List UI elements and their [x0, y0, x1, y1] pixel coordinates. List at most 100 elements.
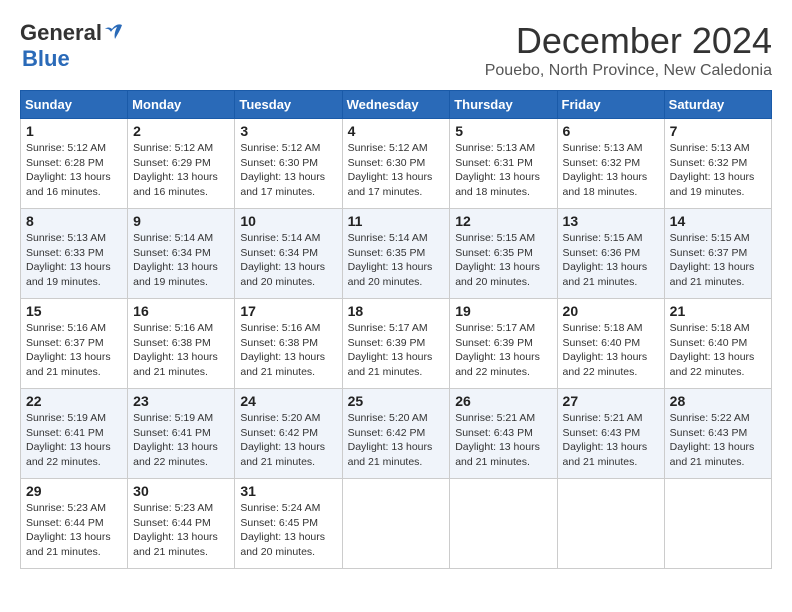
- day-info: Sunrise: 5:14 AMSunset: 6:35 PMDaylight:…: [348, 232, 433, 288]
- calendar-table: SundayMondayTuesdayWednesdayThursdayFrid…: [20, 90, 772, 569]
- calendar-body: 1 Sunrise: 5:12 AMSunset: 6:28 PMDayligh…: [21, 119, 772, 569]
- day-info: Sunrise: 5:23 AMSunset: 6:44 PMDaylight:…: [26, 502, 111, 558]
- day-info: Sunrise: 5:12 AMSunset: 6:30 PMDaylight:…: [348, 142, 433, 198]
- day-number: 11: [348, 213, 445, 229]
- day-number: 14: [670, 213, 766, 229]
- day-info: Sunrise: 5:21 AMSunset: 6:43 PMDaylight:…: [563, 412, 648, 468]
- day-number: 12: [455, 213, 551, 229]
- month-title: December 2024: [485, 20, 772, 62]
- day-number: 10: [240, 213, 336, 229]
- calendar-header-tuesday: Tuesday: [235, 91, 342, 119]
- day-number: 25: [348, 393, 445, 409]
- calendar-cell: 8 Sunrise: 5:13 AMSunset: 6:33 PMDayligh…: [21, 209, 128, 299]
- day-number: 7: [670, 123, 766, 139]
- day-number: 20: [563, 303, 659, 319]
- location-title: Pouebo, North Province, New Caledonia: [485, 62, 772, 80]
- calendar-header-friday: Friday: [557, 91, 664, 119]
- day-info: Sunrise: 5:15 AMSunset: 6:35 PMDaylight:…: [455, 232, 540, 288]
- day-number: 29: [26, 483, 122, 499]
- calendar-cell: 30 Sunrise: 5:23 AMSunset: 6:44 PMDaylig…: [128, 479, 235, 569]
- day-number: 18: [348, 303, 445, 319]
- day-info: Sunrise: 5:12 AMSunset: 6:28 PMDaylight:…: [26, 142, 111, 198]
- page-header: General Blue December 2024 Pouebo, North…: [20, 20, 772, 80]
- calendar-header-sunday: Sunday: [21, 91, 128, 119]
- day-number: 13: [563, 213, 659, 229]
- day-number: 17: [240, 303, 336, 319]
- day-number: 27: [563, 393, 659, 409]
- logo-blue: Blue: [22, 46, 70, 72]
- calendar-cell: 13 Sunrise: 5:15 AMSunset: 6:36 PMDaylig…: [557, 209, 664, 299]
- day-info: Sunrise: 5:18 AMSunset: 6:40 PMDaylight:…: [563, 322, 648, 378]
- calendar-week-row: 1 Sunrise: 5:12 AMSunset: 6:28 PMDayligh…: [21, 119, 772, 209]
- calendar-cell: 24 Sunrise: 5:20 AMSunset: 6:42 PMDaylig…: [235, 389, 342, 479]
- day-info: Sunrise: 5:19 AMSunset: 6:41 PMDaylight:…: [133, 412, 218, 468]
- calendar-cell: 28 Sunrise: 5:22 AMSunset: 6:43 PMDaylig…: [664, 389, 771, 479]
- calendar-cell: 29 Sunrise: 5:23 AMSunset: 6:44 PMDaylig…: [21, 479, 128, 569]
- calendar-week-row: 8 Sunrise: 5:13 AMSunset: 6:33 PMDayligh…: [21, 209, 772, 299]
- day-info: Sunrise: 5:16 AMSunset: 6:37 PMDaylight:…: [26, 322, 111, 378]
- day-number: 9: [133, 213, 229, 229]
- calendar-cell: [342, 479, 450, 569]
- calendar-cell: 9 Sunrise: 5:14 AMSunset: 6:34 PMDayligh…: [128, 209, 235, 299]
- title-section: December 2024 Pouebo, North Province, Ne…: [485, 20, 772, 80]
- day-number: 8: [26, 213, 122, 229]
- day-info: Sunrise: 5:13 AMSunset: 6:31 PMDaylight:…: [455, 142, 540, 198]
- calendar-header-thursday: Thursday: [450, 91, 557, 119]
- day-number: 2: [133, 123, 229, 139]
- calendar-cell: 25 Sunrise: 5:20 AMSunset: 6:42 PMDaylig…: [342, 389, 450, 479]
- day-number: 4: [348, 123, 445, 139]
- calendar-cell: 21 Sunrise: 5:18 AMSunset: 6:40 PMDaylig…: [664, 299, 771, 389]
- day-number: 15: [26, 303, 122, 319]
- day-info: Sunrise: 5:15 AMSunset: 6:36 PMDaylight:…: [563, 232, 648, 288]
- day-number: 1: [26, 123, 122, 139]
- calendar-cell: 10 Sunrise: 5:14 AMSunset: 6:34 PMDaylig…: [235, 209, 342, 299]
- day-info: Sunrise: 5:13 AMSunset: 6:32 PMDaylight:…: [670, 142, 755, 198]
- day-info: Sunrise: 5:14 AMSunset: 6:34 PMDaylight:…: [133, 232, 218, 288]
- calendar-cell: 3 Sunrise: 5:12 AMSunset: 6:30 PMDayligh…: [235, 119, 342, 209]
- calendar-cell: 17 Sunrise: 5:16 AMSunset: 6:38 PMDaylig…: [235, 299, 342, 389]
- day-info: Sunrise: 5:24 AMSunset: 6:45 PMDaylight:…: [240, 502, 325, 558]
- calendar-cell: 23 Sunrise: 5:19 AMSunset: 6:41 PMDaylig…: [128, 389, 235, 479]
- day-number: 3: [240, 123, 336, 139]
- calendar-cell: 2 Sunrise: 5:12 AMSunset: 6:29 PMDayligh…: [128, 119, 235, 209]
- day-info: Sunrise: 5:12 AMSunset: 6:29 PMDaylight:…: [133, 142, 218, 198]
- calendar-cell: 14 Sunrise: 5:15 AMSunset: 6:37 PMDaylig…: [664, 209, 771, 299]
- calendar-header-row: SundayMondayTuesdayWednesdayThursdayFrid…: [21, 91, 772, 119]
- day-info: Sunrise: 5:15 AMSunset: 6:37 PMDaylight:…: [670, 232, 755, 288]
- day-number: 16: [133, 303, 229, 319]
- day-number: 19: [455, 303, 551, 319]
- day-info: Sunrise: 5:17 AMSunset: 6:39 PMDaylight:…: [348, 322, 433, 378]
- day-number: 30: [133, 483, 229, 499]
- day-info: Sunrise: 5:16 AMSunset: 6:38 PMDaylight:…: [240, 322, 325, 378]
- calendar-cell: 19 Sunrise: 5:17 AMSunset: 6:39 PMDaylig…: [450, 299, 557, 389]
- calendar-header-saturday: Saturday: [664, 91, 771, 119]
- day-info: Sunrise: 5:13 AMSunset: 6:32 PMDaylight:…: [563, 142, 648, 198]
- day-number: 5: [455, 123, 551, 139]
- day-info: Sunrise: 5:21 AMSunset: 6:43 PMDaylight:…: [455, 412, 540, 468]
- day-info: Sunrise: 5:23 AMSunset: 6:44 PMDaylight:…: [133, 502, 218, 558]
- calendar-cell: 4 Sunrise: 5:12 AMSunset: 6:30 PMDayligh…: [342, 119, 450, 209]
- calendar-cell: 15 Sunrise: 5:16 AMSunset: 6:37 PMDaylig…: [21, 299, 128, 389]
- day-info: Sunrise: 5:20 AMSunset: 6:42 PMDaylight:…: [240, 412, 325, 468]
- calendar-cell: 1 Sunrise: 5:12 AMSunset: 6:28 PMDayligh…: [21, 119, 128, 209]
- day-info: Sunrise: 5:16 AMSunset: 6:38 PMDaylight:…: [133, 322, 218, 378]
- day-number: 22: [26, 393, 122, 409]
- calendar-cell: 22 Sunrise: 5:19 AMSunset: 6:41 PMDaylig…: [21, 389, 128, 479]
- calendar-cell: 16 Sunrise: 5:16 AMSunset: 6:38 PMDaylig…: [128, 299, 235, 389]
- calendar-cell: 7 Sunrise: 5:13 AMSunset: 6:32 PMDayligh…: [664, 119, 771, 209]
- logo-bird-icon: [104, 23, 126, 43]
- day-number: 24: [240, 393, 336, 409]
- day-number: 28: [670, 393, 766, 409]
- calendar-header-monday: Monday: [128, 91, 235, 119]
- calendar-cell: 18 Sunrise: 5:17 AMSunset: 6:39 PMDaylig…: [342, 299, 450, 389]
- calendar-week-row: 29 Sunrise: 5:23 AMSunset: 6:44 PMDaylig…: [21, 479, 772, 569]
- day-info: Sunrise: 5:20 AMSunset: 6:42 PMDaylight:…: [348, 412, 433, 468]
- calendar-cell: 12 Sunrise: 5:15 AMSunset: 6:35 PMDaylig…: [450, 209, 557, 299]
- calendar-week-row: 22 Sunrise: 5:19 AMSunset: 6:41 PMDaylig…: [21, 389, 772, 479]
- calendar-cell: 6 Sunrise: 5:13 AMSunset: 6:32 PMDayligh…: [557, 119, 664, 209]
- day-info: Sunrise: 5:13 AMSunset: 6:33 PMDaylight:…: [26, 232, 111, 288]
- day-number: 23: [133, 393, 229, 409]
- day-info: Sunrise: 5:18 AMSunset: 6:40 PMDaylight:…: [670, 322, 755, 378]
- calendar-cell: [664, 479, 771, 569]
- day-number: 21: [670, 303, 766, 319]
